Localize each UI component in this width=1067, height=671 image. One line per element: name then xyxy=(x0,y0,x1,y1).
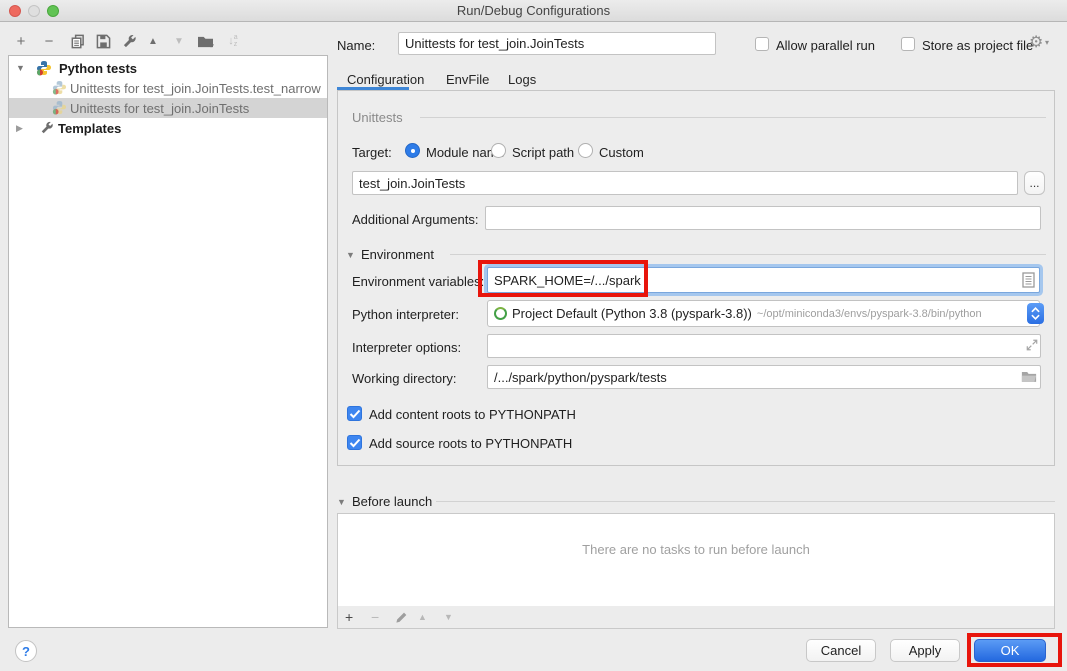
tree-item-templates[interactable]: ▶ Templates xyxy=(9,118,328,138)
add-task-icon[interactable]: + xyxy=(345,609,353,625)
window-title: Run/Debug Configurations xyxy=(0,3,1067,18)
move-task-down-icon[interactable]: ▼ xyxy=(444,612,453,622)
edit-templates-wrench-icon[interactable] xyxy=(120,32,138,50)
python-tests-icon xyxy=(36,60,52,76)
radio-module-name[interactable] xyxy=(405,143,420,158)
tree-item-label: Unittests for test_join.JoinTests xyxy=(70,101,249,116)
module-name-input[interactable] xyxy=(352,171,1018,195)
working-directory-label: Working directory: xyxy=(352,371,457,386)
expand-field-icon[interactable] xyxy=(1026,339,1038,351)
before-launch-collapse-caret-icon[interactable]: ▼ xyxy=(337,497,346,507)
radio-script-path-label: Script path xyxy=(512,145,574,160)
unittest-config-icon xyxy=(52,80,68,96)
python-interpreter-select[interactable]: Project Default (Python 3.8 (pyspark-3.8… xyxy=(487,300,1040,327)
help-button[interactable]: ? xyxy=(15,640,37,662)
allow-parallel-run-label: Allow parallel run xyxy=(776,38,875,53)
collapse-caret-icon[interactable]: ▼ xyxy=(16,63,25,73)
conda-environment-icon xyxy=(494,307,507,320)
tree-item-jointests-selected[interactable]: Unittests for test_join.JoinTests xyxy=(9,98,328,118)
ok-button[interactable]: OK xyxy=(974,639,1046,662)
interpreter-options-label: Interpreter options: xyxy=(352,340,461,355)
additional-arguments-label: Additional Arguments: xyxy=(352,212,478,227)
copy-configuration-icon[interactable] xyxy=(68,32,86,50)
store-as-project-file-label: Store as project file xyxy=(922,38,1033,53)
tab-logs[interactable]: Logs xyxy=(508,72,536,87)
tree-item-label: Python tests xyxy=(59,61,137,76)
before-launch-task-list xyxy=(337,513,1055,607)
divider xyxy=(436,501,1055,502)
tree-item-python-tests[interactable]: ▼ Python tests xyxy=(9,58,328,78)
add-source-roots-checkbox[interactable] xyxy=(347,435,362,450)
before-launch-empty-text: There are no tasks to run before launch xyxy=(337,542,1055,557)
name-input[interactable] xyxy=(398,32,716,55)
working-directory-input[interactable] xyxy=(487,365,1041,389)
interpreter-dropdown-stepper[interactable] xyxy=(1027,303,1044,324)
configurations-tree: ▼ Python tests Unittests for test_join.J… xyxy=(8,55,328,628)
radio-custom[interactable] xyxy=(578,143,593,158)
run-debug-configurations-dialog: Run/Debug Configurations + − ▲ ▼ ↓az ▼ P… xyxy=(0,0,1067,671)
browse-module-button[interactable]: ... xyxy=(1024,171,1045,195)
tree-item-label: Unittests for test_join.JoinTests.test_n… xyxy=(70,81,321,96)
move-down-icon[interactable]: ▼ xyxy=(170,32,188,50)
environment-collapse-caret-icon[interactable]: ▼ xyxy=(346,250,355,260)
divider xyxy=(450,254,1046,255)
unittest-config-icon xyxy=(52,100,68,116)
title-bar: Run/Debug Configurations xyxy=(0,0,1067,22)
store-as-project-file-checkbox[interactable] xyxy=(901,37,915,51)
before-launch-section-title: Before launch xyxy=(352,494,432,509)
radio-custom-label: Custom xyxy=(599,145,644,160)
add-source-roots-label: Add source roots to PYTHONPATH xyxy=(369,436,572,451)
remove-configuration-icon[interactable]: − xyxy=(40,32,58,50)
add-content-roots-label: Add content roots to PYTHONPATH xyxy=(369,407,576,422)
target-label: Target: xyxy=(352,145,392,160)
templates-wrench-icon xyxy=(40,121,56,137)
cancel-button[interactable]: Cancel xyxy=(806,639,876,662)
new-folder-icon[interactable] xyxy=(196,32,214,50)
expand-caret-icon[interactable]: ▶ xyxy=(16,123,23,134)
folder-icon[interactable] xyxy=(1021,370,1037,383)
tree-item-test-narrow[interactable]: Unittests for test_join.JoinTests.test_n… xyxy=(9,78,328,98)
tab-configuration[interactable]: Configuration xyxy=(347,72,424,87)
additional-arguments-input[interactable] xyxy=(485,206,1041,230)
move-up-icon[interactable]: ▲ xyxy=(144,32,162,50)
before-launch-toolbar: + − ▲ ▼ xyxy=(337,606,1055,629)
interpreter-options-input[interactable] xyxy=(487,334,1041,358)
radio-script-path[interactable] xyxy=(491,143,506,158)
env-vars-browse-icon[interactable] xyxy=(1022,272,1035,288)
gear-dropdown-arrow-icon: ▾ xyxy=(1045,38,1049,47)
tab-envfile[interactable]: EnvFile xyxy=(446,72,489,87)
tree-item-label: Templates xyxy=(58,121,121,136)
divider xyxy=(420,117,1046,118)
add-content-roots-checkbox[interactable] xyxy=(347,406,362,421)
sort-configurations-icon[interactable]: ↓az xyxy=(224,32,242,50)
unittests-group-title: Unittests xyxy=(352,110,403,125)
move-task-up-icon[interactable]: ▲ xyxy=(418,612,427,622)
gear-icon[interactable]: ⚙ xyxy=(1029,32,1043,52)
name-label: Name: xyxy=(337,38,375,53)
add-configuration-icon[interactable]: + xyxy=(12,32,30,50)
python-interpreter-label: Python interpreter: xyxy=(352,307,459,322)
python-interpreter-value: Project Default (Python 3.8 (pyspark-3.8… xyxy=(512,306,752,321)
python-interpreter-path: ~/opt/miniconda3/envs/pyspark-3.8/bin/py… xyxy=(757,308,982,320)
allow-parallel-run-checkbox[interactable] xyxy=(755,37,769,51)
environment-variables-label: Environment variables: xyxy=(352,274,484,289)
apply-button[interactable]: Apply xyxy=(890,639,960,662)
edit-task-pencil-icon[interactable] xyxy=(395,611,408,624)
remove-task-icon[interactable]: − xyxy=(371,609,379,625)
environment-variables-input[interactable] xyxy=(487,267,1040,293)
save-configuration-icon[interactable] xyxy=(94,32,112,50)
environment-section-title: Environment xyxy=(361,247,434,262)
